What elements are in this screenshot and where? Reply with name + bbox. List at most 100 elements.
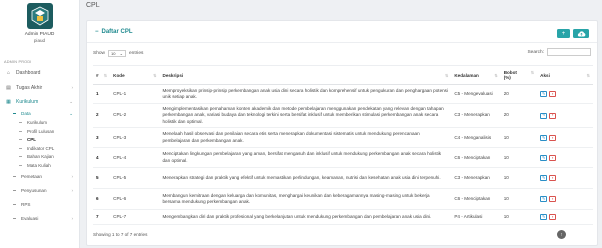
sidebar-item-kurikulum[interactable]: ▦ Kurikulum ⌄ xyxy=(0,95,79,110)
table-row: 6 CPL-6 Membangun kemitraan dengan keluarg… xyxy=(93,189,593,210)
col-header-deskripsi[interactable]: Deskripsi ⇅ xyxy=(160,66,452,85)
plus-icon: + xyxy=(561,30,566,37)
table-row: 7 CPL-7 Mengembangkan diri dan praktik pro… xyxy=(93,210,593,225)
sort-icon: ⇅ xyxy=(494,72,498,78)
sidebar-item-label: Kurikulum xyxy=(27,119,48,125)
delete-button[interactable]: ▪ xyxy=(549,155,557,161)
delete-button[interactable]: ▪ xyxy=(549,175,557,182)
sidebar-item-label: Kurikulum xyxy=(16,99,39,106)
col-header-kedalaman[interactable]: Kedalaman ⇅ xyxy=(451,66,500,85)
card-title-text: Daftar CPL xyxy=(101,28,133,35)
grid-icon: ▦ xyxy=(6,99,11,106)
cell-bobot: 20 xyxy=(503,90,509,96)
edit-button[interactable]: ✎ xyxy=(540,112,548,119)
sidebar-subitem-data[interactable]: Data ⌄ xyxy=(0,110,79,119)
sidebar-item-tugas-akhir[interactable]: ▤ Tugas Akhir › xyxy=(0,81,79,96)
col-header-kode[interactable]: Kode ⇅ xyxy=(110,66,159,85)
upload-button[interactable] xyxy=(573,29,589,38)
delete-button[interactable]: ▪ xyxy=(549,135,557,141)
dash-icon xyxy=(19,139,22,141)
sidebar-subitem-mata-kuliah[interactable]: Mata Kuliah xyxy=(0,161,79,170)
cell-kedalaman: C5 - Mengevaluasi xyxy=(454,90,493,96)
card-title[interactable]: − Daftar CPL xyxy=(95,29,133,35)
book-icon: ▤ xyxy=(6,84,11,91)
user-profile: Admin PIAUD piaud xyxy=(0,0,79,56)
sidebar-subitem-evaluasi[interactable]: Evaluasi › xyxy=(0,212,79,226)
arrow-up-icon: ↑ xyxy=(560,231,563,238)
cell-kedalaman: P4 - Artikulasi xyxy=(454,214,483,220)
edit-button[interactable]: ✎ xyxy=(540,175,548,182)
cpl-table: # ⇅ Kode ⇅ Deskripsi ⇅ Kedalaman ⇅ Bobot (%)… xyxy=(93,65,593,225)
col-header-bobot[interactable]: Bobot (%) ⇅ xyxy=(501,66,537,85)
edit-icon: ✎ xyxy=(541,154,546,160)
table-row: 5 CPL-5 Menerapkan strategi dan praktik ya… xyxy=(93,168,593,189)
search-label: Search: xyxy=(527,49,544,55)
col-header-aksi[interactable]: Aksi ⇅ xyxy=(537,66,593,85)
delete-button[interactable]: ▪ xyxy=(549,112,557,119)
delete-button[interactable]: ▪ xyxy=(549,214,557,221)
entries-value: 10 xyxy=(111,50,116,56)
add-button[interactable]: + xyxy=(557,29,570,38)
table-info: Showing 1 to 7 of 7 entries xyxy=(93,232,148,237)
cell-kode: CPL-5 xyxy=(113,175,127,181)
cell-kedalaman: C4 - Menganalisis xyxy=(454,134,492,140)
dash-icon xyxy=(19,164,22,166)
cell-kedalaman: C6 - Menciptakan xyxy=(454,196,491,202)
entries-label: entries xyxy=(129,50,144,56)
collapse-icon[interactable]: − xyxy=(95,29,99,35)
sidebar-item-label: Evaluasi xyxy=(21,216,39,222)
table-row: 4 CPL-4 Menciptakan lingkungan pembelajara… xyxy=(93,148,593,168)
cell-deskripsi: Menerapkan strategi dan praktik yang efe… xyxy=(162,175,441,181)
cell-kode: CPL-3 xyxy=(113,134,127,140)
sidebar-subitem-profil-lulusan[interactable]: Profil Lulusan xyxy=(0,127,79,136)
home-icon: ⌂ xyxy=(6,70,11,77)
sidebar-subitem-rps[interactable]: RPS xyxy=(0,198,79,212)
cell-aksi: ✎ ▪ xyxy=(537,189,593,210)
col-header-no[interactable]: # ⇅ xyxy=(93,66,110,85)
scroll-top-button[interactable]: ↑ xyxy=(557,230,566,239)
search-input[interactable] xyxy=(547,48,591,56)
edit-icon: ✎ xyxy=(541,134,546,140)
sidebar-subitem-bahan-kajian[interactable]: Bahan Kajian xyxy=(0,153,79,162)
cell-deskripsi: Membangun kemitraan dengan keluarga dan … xyxy=(162,192,430,205)
sidebar-subitem-kurikulum[interactable]: Kurikulum xyxy=(0,118,79,127)
sidebar-subitem-pemetaan[interactable]: Pemetaan › xyxy=(0,170,79,184)
delete-button[interactable]: ▪ xyxy=(549,90,557,97)
edit-button[interactable]: ✎ xyxy=(540,91,548,97)
sidebar-item-label: Pemetaan xyxy=(21,174,42,180)
edit-button[interactable]: ✎ xyxy=(540,214,548,221)
cell-deskripsi: Mengembangkan diri dan praktik profesion… xyxy=(162,214,432,220)
cell-kode: CPL-7 xyxy=(113,214,127,220)
dash-icon xyxy=(19,156,22,158)
edit-button[interactable]: ✎ xyxy=(540,134,548,141)
cell-bobot: 20 xyxy=(503,112,509,118)
trash-icon: ▪ xyxy=(551,90,554,96)
cell-bobot: 10 xyxy=(503,214,509,220)
cell-no: 2 xyxy=(96,112,99,118)
sidebar-subitem-cpl[interactable]: CPL xyxy=(0,135,79,144)
sidebar-item-dashboard[interactable]: ⌂ Dashboard xyxy=(0,66,79,81)
edit-button[interactable]: ✎ xyxy=(540,196,548,203)
avatar[interactable] xyxy=(26,3,53,29)
trash-icon: ▪ xyxy=(551,214,554,220)
dash-icon xyxy=(13,113,16,115)
sort-icon: ⇅ xyxy=(103,72,108,78)
delete-button[interactable]: ▪ xyxy=(549,196,557,203)
sort-icon: ⇅ xyxy=(530,69,535,75)
sidebar-item-label: Indikator CPL xyxy=(27,145,55,151)
entries-select[interactable]: 10 ⌄ xyxy=(108,49,126,57)
dash-icon xyxy=(19,147,22,149)
dash-icon xyxy=(13,204,16,206)
sidebar-item-label: Penyusunan xyxy=(21,188,47,194)
dash-icon xyxy=(13,190,16,192)
show-label: Show xyxy=(93,50,105,56)
search-wrap: Search: xyxy=(527,48,591,56)
edit-icon: ✎ xyxy=(541,112,546,118)
sidebar-subitem-penyusunan[interactable]: Penyusunan › xyxy=(0,184,79,198)
cell-bobot: 10 xyxy=(503,196,509,202)
trash-icon: ▪ xyxy=(551,196,554,202)
cell-aksi: ✎ ▪ xyxy=(537,128,593,148)
sidebar-subitem-indikator-cpl[interactable]: Indikator CPL xyxy=(0,144,79,153)
edit-button[interactable]: ✎ xyxy=(540,154,548,161)
sort-icon: ⇅ xyxy=(153,72,157,78)
